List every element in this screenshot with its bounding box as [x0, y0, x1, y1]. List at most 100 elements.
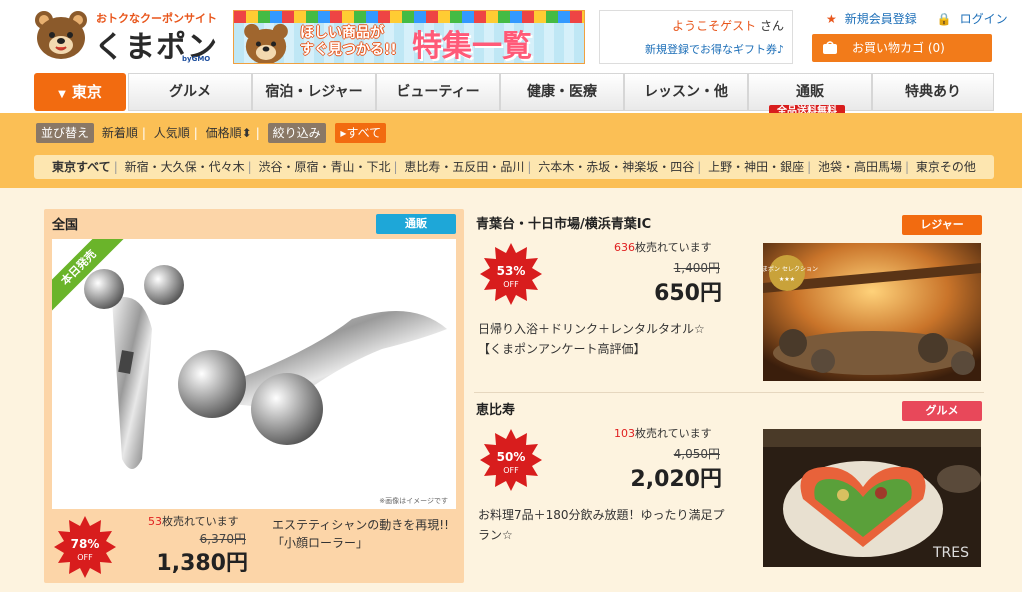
discount-burst-icon: 78% OFF [54, 516, 116, 578]
hot-spring-image: くまポン セレクション ★★★ [763, 243, 981, 381]
area-link-roppongi[interactable]: 六本木・赤坂・神楽坂・四谷 [538, 160, 694, 174]
seal-stars: ★★★ [779, 276, 795, 283]
login-link[interactable]: 🔒 ログイン [937, 12, 1016, 26]
original-price: 4,050円 [673, 447, 720, 461]
salad-dish-image: TRES [763, 429, 981, 567]
banner-subtitle: ほしい商品が すぐ見つかる!! [300, 25, 397, 59]
bear-mascot-icon [35, 11, 87, 59]
deal-description[interactable]: お料理7品＋180分飲み放題！ゆったり満足プラン☆ [478, 505, 728, 545]
sort-separator: | [193, 126, 198, 140]
deal-photo[interactable]: TRES [763, 429, 981, 567]
banner-line1: ほしい商品が [300, 25, 384, 41]
tab-mail-order[interactable]: 通販 全品送料無料 [748, 73, 872, 119]
deal-description[interactable]: 日帰り入浴＋ドリンク＋レンタルタオル☆【くまポンアンケート高評価】 [478, 319, 728, 359]
area-selector[interactable]: ▼ 東京 [34, 73, 126, 111]
area-separator: | [527, 160, 532, 174]
deal-card[interactable]: 青葉台・十日市場/横浜青葉IC レジャー 53% OFF 636枚売れています … [474, 209, 984, 389]
tab-health-medical[interactable]: 健康・医療 [500, 73, 624, 111]
restaurant-sign: TRES [932, 545, 969, 561]
area-separator: | [807, 160, 812, 174]
seal-text: くまポン セレクション [763, 265, 818, 273]
sold-count: 636枚売れています [614, 239, 712, 255]
area-filter-row: 東京すべて | 新宿・大久保・代々木 | 渋谷・原宿・青山・下北 | 恵比寿・五反田・… [34, 155, 994, 179]
register-link[interactable]: ★ 新規会員登録 [826, 12, 925, 26]
sold-number: 53 [148, 515, 162, 528]
sold-count: 103枚売れています [614, 425, 712, 441]
cart-label: お買い物カゴ (0) [852, 41, 945, 55]
sold-count: 53枚売れています [148, 513, 239, 529]
deal-description[interactable]: エステティシャンの動きを再現!!「小顔ローラー」 [272, 516, 456, 552]
area-link-other[interactable]: 東京その他 [916, 160, 976, 174]
narrow-label: 絞り込み [267, 123, 326, 143]
gift-signup-link[interactable]: 新規登録でお得なギフト券♪ [645, 41, 784, 57]
cart-button[interactable]: お買い物カゴ (0) [812, 34, 992, 62]
filter-all-button[interactable]: ▸すべて [335, 123, 387, 143]
triangle-down-icon: ▼ [58, 89, 66, 100]
sort-separator: | [255, 126, 260, 140]
sold-number: 636 [614, 241, 635, 254]
feature-list-banner[interactable]: ほしい商品が すぐ見つかる!! 特集一覧 [233, 10, 585, 64]
deal-price: 650円 [654, 281, 722, 306]
logo-by-gmo: byGMO [182, 55, 211, 63]
discount-off: OFF [77, 553, 93, 562]
sort-newest[interactable]: 新着順 [102, 123, 138, 143]
star-icon: ★ [826, 12, 837, 26]
site-header: おトクなクーポンサイト くまポン byGMO ほしい商品が すぐ見つかる!! 特… [0, 0, 1022, 70]
discount-percent: 78% [71, 537, 100, 551]
sold-suffix: 枚売れています [635, 241, 712, 254]
area-separator: | [905, 160, 910, 174]
bear-mascot-icon [244, 23, 288, 63]
tab-gourmet[interactable]: グルメ [128, 73, 252, 111]
tab-beauty[interactable]: ビューティー [376, 73, 500, 111]
account-links: ★ 新規会員登録 🔒 ログイン [826, 10, 1022, 27]
discount-percent: 53% [497, 264, 526, 278]
tab-lessons[interactable]: レッスン・他 [624, 73, 748, 111]
tab-perks[interactable]: 特典あり [872, 73, 994, 111]
deal-photo[interactable]: くまポン セレクション ★★★ [763, 243, 981, 381]
banner-line2: すぐ見つかる!! [300, 42, 397, 58]
original-price: 1,400円 [673, 261, 720, 275]
category-tag: レジャー [902, 215, 982, 235]
sort-arrows-icon: ⬍ [241, 126, 252, 140]
area-label: 東京 [71, 83, 102, 101]
deal-photo[interactable]: 本日発売 ※画像はイメージです [52, 239, 456, 509]
category-tag: グルメ [902, 401, 982, 421]
area-link-ueno[interactable]: 上野・神田・銀座 [708, 160, 804, 174]
welcome-box: ようこそゲスト さん 新規登録でお得なギフト券♪ [599, 10, 793, 64]
sort-price[interactable]: 価格順⬍ [206, 123, 252, 143]
category-tag: 通販 [376, 214, 456, 234]
area-separator: | [697, 160, 702, 174]
area-link-all[interactable]: 東京すべて [52, 160, 111, 174]
banner-title: 特集一覧 [412, 29, 532, 64]
featured-deal-card[interactable]: 全国 通販 本日発売 ※画像はイメージです 78% OFF 53枚売れています … [44, 209, 464, 583]
tab-mail-order-label: 通販 [796, 84, 824, 100]
area-separator: | [113, 160, 118, 174]
sort-separator: | [141, 126, 146, 140]
sold-suffix: 枚売れています [162, 515, 239, 528]
register-label: 新規会員登録 [844, 12, 917, 26]
area-separator: | [393, 160, 398, 174]
filter-band: 並び替え 新着順 | 人気順 | 価格順⬍ | 絞り込み ▸すべて 東京すべて | 新宿… [0, 113, 1022, 188]
discount-percent: 50% [497, 450, 526, 464]
discount-burst-icon: 50% OFF [480, 429, 542, 491]
area-link-ebisu[interactable]: 恵比寿・五反田・品川 [404, 160, 524, 174]
discount-burst-icon: 53% OFF [480, 243, 542, 305]
area-separator: | [247, 160, 252, 174]
sort-popular[interactable]: 人気順 [154, 123, 190, 143]
image-note: ※画像はイメージです [379, 497, 448, 505]
area-link-ikebukuro[interactable]: 池袋・高田馬場 [818, 160, 902, 174]
filter-all-label: すべて [346, 126, 382, 140]
sold-suffix: 枚売れています [635, 427, 712, 440]
area-link-shinjuku[interactable]: 新宿・大久保・代々木 [125, 160, 245, 174]
welcome-suffix: さん [759, 19, 784, 33]
deal-price: 2,020円 [630, 467, 722, 492]
area-link-shibuya[interactable]: 渋谷・原宿・青山・下北 [258, 160, 390, 174]
site-logo[interactable]: おトクなクーポンサイト くまポン byGMO [34, 8, 224, 65]
face-roller-image [84, 265, 447, 469]
deal-card[interactable]: 恵比寿 グルメ 50% OFF 103枚売れています 4,050円 2,020円… [474, 395, 984, 575]
sold-number: 103 [614, 427, 635, 440]
tab-travel-leisure[interactable]: 宿泊・レジャー [252, 73, 376, 111]
discount-off: OFF [503, 280, 519, 289]
deal-region: 青葉台・十日市場/横浜青葉IC [476, 217, 652, 232]
sort-label: 並び替え [36, 123, 95, 143]
